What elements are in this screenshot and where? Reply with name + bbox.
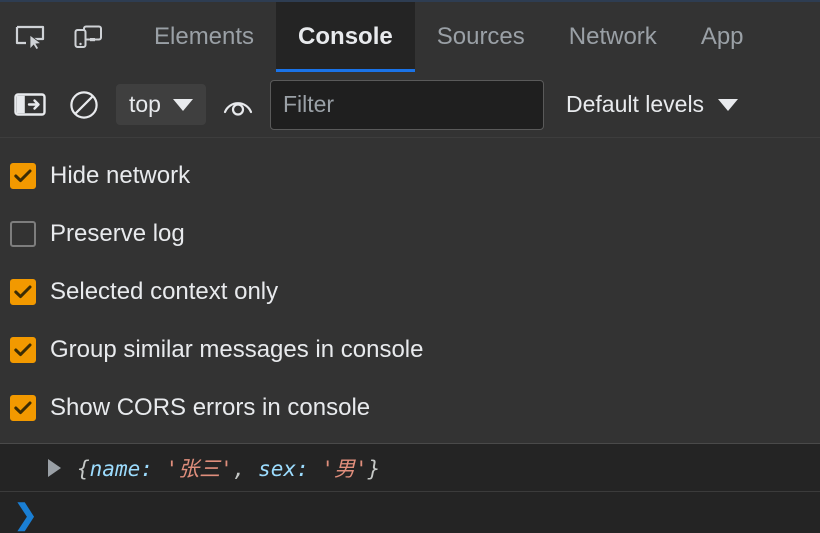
object-open-brace: { [77,456,90,481]
setting-group-similar[interactable]: Group similar messages in console [0,321,820,379]
console-log-row[interactable]: {name: '张三', sex: '男'} [0,444,820,492]
checkbox-checked-icon[interactable] [10,279,36,305]
tab-console-label: Console [298,23,393,50]
setting-show-cors-errors[interactable]: Show CORS errors in console [0,379,820,437]
expand-triangle-icon[interactable] [48,458,61,477]
console-log-object: {name: '张三', sex: '男'} [77,453,380,483]
tab-sources[interactable]: Sources [415,2,547,72]
tab-list: Elements Console Sources Network App [132,2,766,72]
console-sidebar-icon[interactable] [8,83,52,127]
device-toolbar-icon[interactable] [66,15,110,59]
chevron-down-icon [718,98,739,111]
tab-application-label: App [700,23,744,50]
tabbar-tool-icons [0,2,110,72]
checkbox-unchecked-icon[interactable] [10,221,36,247]
inspect-element-icon[interactable] [8,15,52,59]
setting-group-similar-label: Group similar messages in console [50,336,424,363]
tab-network-label: Network [568,23,657,50]
object-key-name: name: [89,456,153,481]
tab-application[interactable]: App [679,2,766,72]
devtools-tabbar: Elements Console Sources Network App [0,2,820,72]
object-key-sex: sex: [258,456,309,481]
checkbox-checked-icon[interactable] [10,337,36,363]
object-close-brace: } [367,456,381,481]
setting-hide-network[interactable]: Hide network [0,147,820,205]
object-comma: , [232,456,246,481]
setting-preserve-log[interactable]: Preserve log [0,205,820,263]
object-value-sex: '男' [321,456,368,481]
tab-network[interactable]: Network [547,2,679,72]
execution-context-value: top [129,91,161,117]
setting-selected-context-only-label: Selected context only [50,278,279,305]
clear-console-icon[interactable] [62,83,106,127]
log-levels-dropdown[interactable]: Default levels [565,91,739,118]
setting-show-cors-errors-label: Show CORS errors in console [50,394,371,421]
execution-context-selector[interactable]: top [116,84,206,125]
setting-selected-context-only[interactable]: Selected context only [0,263,820,321]
console-settings-panel: Hide network Preserve log Selected conte… [0,138,820,444]
console-filter-input[interactable] [269,79,544,130]
setting-hide-network-label: Hide network [50,162,191,189]
live-expression-icon[interactable] [216,83,260,127]
checkbox-checked-icon[interactable] [10,163,36,189]
console-filter-toolbar: top Default levels [0,72,820,138]
devtools-window: Elements Console Sources Network App top [0,0,820,533]
tab-console[interactable]: Console [276,2,415,72]
object-value-name: '张三' [165,456,233,481]
console-prompt-row[interactable]: ❯ [0,492,820,533]
tab-sources-label: Sources [436,23,525,50]
setting-preserve-log-label: Preserve log [50,220,185,247]
tab-elements-label: Elements [154,23,255,50]
tab-elements[interactable]: Elements [132,2,276,72]
checkbox-checked-icon[interactable] [10,395,36,421]
prompt-chevron-icon: ❯ [14,499,38,530]
chevron-down-icon [172,98,193,111]
log-levels-label: Default levels [565,91,705,117]
console-output: {name: '张三', sex: '男'} ❯ 以为age没有添加进去，实际上… [0,444,820,533]
